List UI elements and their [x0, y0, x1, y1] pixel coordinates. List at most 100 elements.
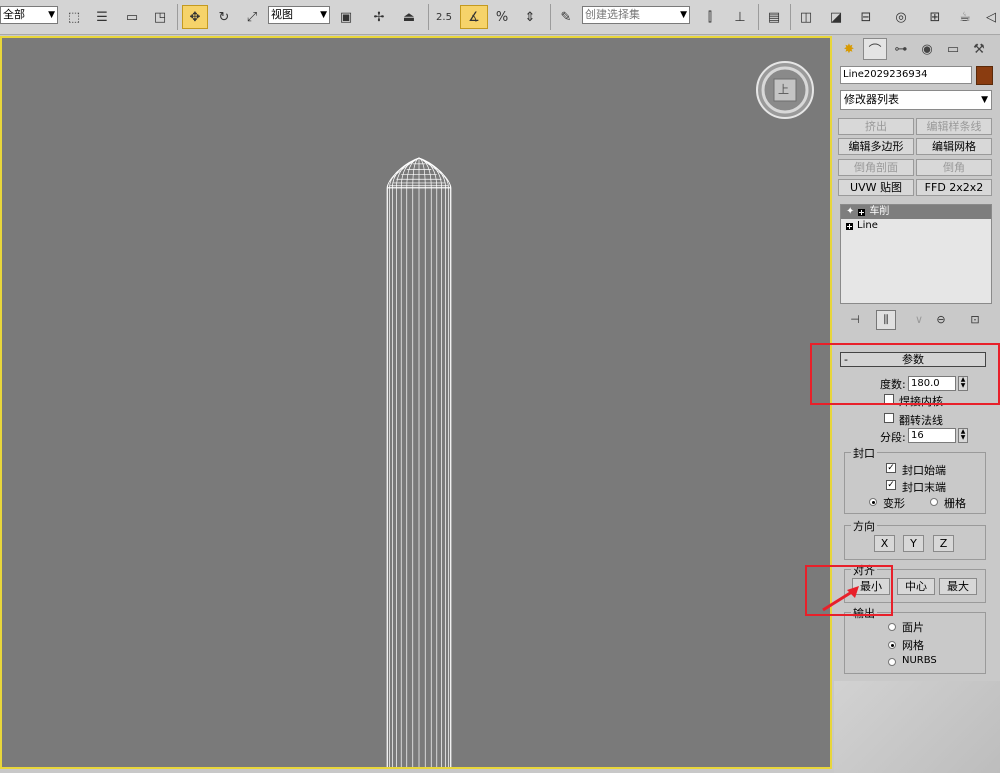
modifier-list-dropdown[interactable]: 修改器列表 ▼: [840, 90, 992, 110]
ref-coord-value: 视图: [271, 8, 293, 21]
expand-icon[interactable]: [858, 208, 866, 216]
mirror-icon[interactable]: ⫿: [698, 5, 722, 29]
wireframe-edge: [418, 157, 426, 767]
rect-selection-region-icon[interactable]: ▭: [120, 5, 144, 29]
stack-item-lathe[interactable]: ✦ 车削: [841, 205, 991, 219]
direction-x-label: X: [880, 537, 889, 550]
utilities-tab-icon[interactable]: ⚒: [967, 38, 991, 60]
align-max-button[interactable]: 最大: [939, 578, 977, 595]
lightbulb-icon[interactable]: ✦: [846, 205, 854, 219]
manipulate-icon[interactable]: ✢: [366, 5, 392, 29]
select-by-name-icon[interactable]: ☰: [90, 5, 114, 29]
edit-poly-button[interactable]: 编辑多边形: [838, 138, 914, 155]
align-center-button[interactable]: 中心: [897, 578, 935, 595]
expand-icon[interactable]: [846, 222, 853, 230]
display-tab-icon[interactable]: ▭: [941, 38, 965, 60]
align-icon[interactable]: ⊥: [728, 5, 752, 29]
edit-mesh-button[interactable]: 编辑网格: [916, 138, 992, 155]
modifier-stack: ✦ 车削 Line: [840, 204, 992, 304]
stack-toolbar: ⊣ ⫼ ∨ ⊖ ⊡: [840, 308, 992, 330]
flip-normals-checkbox[interactable]: [884, 413, 894, 423]
top-viewport[interactable]: 上: [0, 36, 832, 769]
ffd-button[interactable]: FFD 2x2x2: [916, 179, 992, 196]
window-crossing-icon[interactable]: ◳: [148, 5, 172, 29]
render-production-icon[interactable]: ◁: [982, 5, 1000, 29]
toolbar-divider: [790, 4, 791, 30]
stack-item-line[interactable]: Line: [841, 219, 991, 233]
named-selection-dropdown[interactable]: 创建选择集 ▼: [582, 6, 690, 24]
snaps-toggle-icon[interactable]: 2.5: [432, 5, 456, 29]
pin-stack-icon[interactable]: ⊣: [846, 310, 864, 328]
remove-modifier-icon[interactable]: ⊖: [932, 310, 950, 328]
schematic-view-icon[interactable]: ◪: [824, 5, 848, 29]
output-mesh-radio[interactable]: [888, 641, 896, 649]
bevel-profile-button-label: 倒角剖面: [854, 161, 898, 174]
select-and-rotate-icon[interactable]: ↻: [212, 5, 236, 29]
main-toolbar: 全部 ▼ ⬚ ☰ ▭ ◳ ✥ ↻ ⤢ 视图 ▼ ▣ ✢ ⏏ 2.5 ∡ % ⇕ ✎ …: [0, 0, 1000, 35]
viewcube[interactable]: 上: [754, 59, 816, 121]
bevel-profile-button[interactable]: 倒角剖面: [838, 159, 914, 176]
keyboard-shortcut-override-icon[interactable]: ⏏: [396, 5, 422, 29]
rendered-frame-window-icon[interactable]: ⊞: [922, 5, 948, 29]
wireframe-edge: [389, 157, 420, 767]
cap-end-checkbox[interactable]: ✓: [886, 480, 896, 490]
edit-named-selection-icon[interactable]: ✎: [554, 5, 578, 29]
render-setup-icon[interactable]: ◎: [888, 5, 914, 29]
hierarchy-tab-icon[interactable]: ⊶: [889, 38, 913, 60]
modify-tab-icon[interactable]: ⌒: [863, 38, 887, 60]
angle-snap-icon[interactable]: ∡: [460, 5, 488, 29]
segments-spinner[interactable]: ▲ ▼: [958, 428, 968, 443]
object-color-swatch[interactable]: [976, 66, 993, 85]
cap-end-label: 封口末端: [902, 481, 946, 494]
segments-input[interactable]: 16: [908, 428, 956, 443]
material-editor-icon[interactable]: ⊟: [854, 5, 878, 29]
cap-start-checkbox[interactable]: ✓: [886, 463, 896, 473]
make-unique-icon[interactable]: ∨: [910, 310, 928, 328]
output-patch-radio[interactable]: [888, 623, 896, 631]
uvw-map-button[interactable]: UVW 贴图: [838, 179, 914, 196]
annotation-highlight-box: [810, 343, 1000, 405]
toolbar-divider: [177, 4, 178, 30]
toolbar-divider: [758, 4, 759, 30]
direction-z-label: Z: [939, 537, 948, 550]
lathe-wireframe-object[interactable]: [2, 38, 830, 767]
modifier-list-label: 修改器列表: [844, 93, 899, 106]
direction-x-button[interactable]: X: [874, 535, 895, 552]
create-tab-icon[interactable]: ✸: [837, 38, 861, 60]
output-nurbs-radio[interactable]: [888, 658, 896, 666]
object-name-field[interactable]: Line2029236934: [840, 66, 972, 84]
wireframe-edge: [412, 157, 420, 767]
selection-filter-dropdown[interactable]: 全部 ▼: [0, 6, 58, 24]
viewcube-face-label: 上: [778, 83, 789, 96]
chevron-down-icon: ▼: [981, 95, 988, 105]
edit-spline-button[interactable]: 编辑样条线: [916, 118, 992, 135]
extrude-button-label: 挤出: [865, 120, 887, 133]
direction-y-button[interactable]: Y: [903, 535, 924, 552]
show-end-result-icon[interactable]: ⫼: [876, 310, 896, 330]
wireframe-edge: [386, 157, 420, 767]
chevron-down-icon: ▼: [680, 10, 687, 20]
select-object-icon[interactable]: ⬚: [62, 5, 86, 29]
direction-z-button[interactable]: Z: [933, 535, 954, 552]
snap-value: 2.5: [436, 11, 452, 23]
toolbar-divider: [550, 4, 551, 30]
motion-tab-icon[interactable]: ◉: [915, 38, 939, 60]
ref-coord-dropdown[interactable]: 视图 ▼: [268, 6, 330, 24]
grid-radio[interactable]: [930, 498, 938, 506]
layer-manager-icon[interactable]: ▤: [762, 5, 786, 29]
pivot-center-icon[interactable]: ▣: [334, 5, 358, 29]
named-selection-placeholder: 创建选择集: [585, 8, 640, 21]
percent-snap-icon[interactable]: %: [490, 5, 514, 29]
configure-modifier-sets-icon[interactable]: ⊡: [966, 310, 984, 328]
bevel-button[interactable]: 倒角: [916, 159, 992, 176]
morph-radio[interactable]: [869, 498, 877, 506]
wireframe-edge: [400, 157, 420, 767]
grid-label: 栅格: [944, 497, 966, 510]
curve-editor-icon[interactable]: ◫: [794, 5, 818, 29]
output-mesh-label: 网格: [902, 639, 924, 652]
spinner-snap-icon[interactable]: ⇕: [518, 5, 542, 29]
select-and-move-icon[interactable]: ✥: [182, 5, 208, 29]
select-and-scale-icon[interactable]: ⤢: [240, 5, 264, 29]
extrude-button[interactable]: 挤出: [838, 118, 914, 135]
render-teapot-icon[interactable]: ☕: [952, 5, 978, 29]
